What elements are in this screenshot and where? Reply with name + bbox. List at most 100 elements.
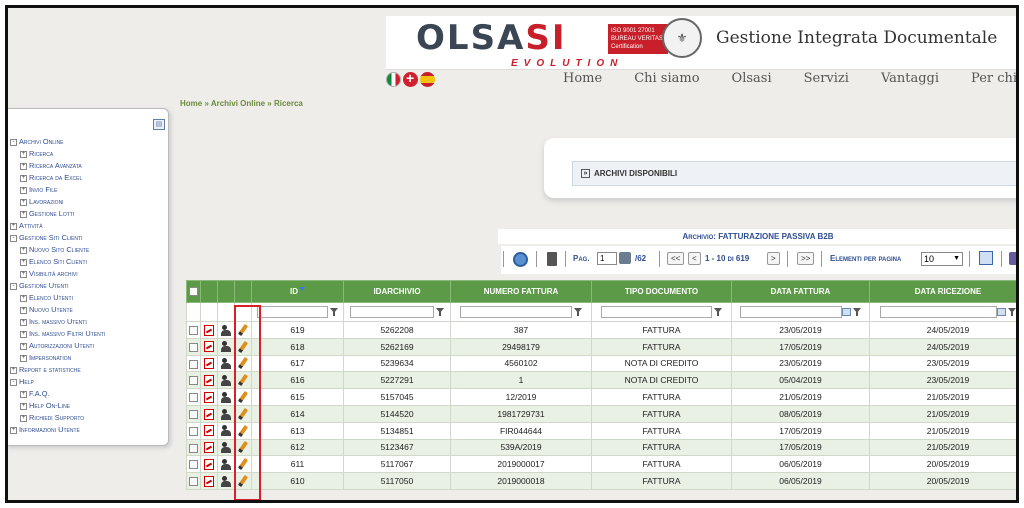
sidebar-item[interactable]: - Gestione Utenti bbox=[10, 280, 105, 292]
select-all-checkbox[interactable] bbox=[189, 287, 198, 297]
row-checkbox[interactable] bbox=[189, 477, 198, 487]
expand-icon[interactable]: + bbox=[20, 342, 27, 350]
select-all-header[interactable] bbox=[186, 280, 201, 303]
select-cell[interactable] bbox=[186, 455, 201, 474]
pdf-icon[interactable] bbox=[204, 391, 214, 403]
column-header-data-ricezione[interactable]: DATA RICEZIONE bbox=[869, 280, 1016, 303]
sidebar-item[interactable]: + Elenco Utenti bbox=[10, 292, 105, 304]
pdf-cell[interactable] bbox=[200, 421, 218, 440]
row-checkbox[interactable] bbox=[189, 460, 198, 470]
select-cell[interactable] bbox=[186, 337, 201, 356]
column-header-idarchivio[interactable]: IDARCHIVIO bbox=[343, 280, 451, 303]
page-input[interactable]: 1 bbox=[597, 252, 617, 265]
table-row[interactable]: 616 5227291 1 NOTA DI CREDITO 05/04/2019 23/0… bbox=[186, 371, 1016, 390]
users-cell[interactable] bbox=[217, 438, 235, 457]
users-cell[interactable] bbox=[217, 404, 235, 423]
expand-icon[interactable]: + bbox=[20, 306, 27, 314]
expand-icon[interactable]: + bbox=[20, 186, 27, 194]
pdf-cell[interactable] bbox=[200, 404, 218, 423]
users-icon[interactable] bbox=[220, 408, 232, 420]
expand-icon[interactable]: + bbox=[20, 330, 27, 338]
pdf-cell[interactable] bbox=[200, 337, 218, 356]
sidebar-item[interactable]: - Help bbox=[10, 376, 105, 388]
go-page-icon[interactable] bbox=[619, 252, 631, 264]
select-cell[interactable] bbox=[186, 321, 201, 339]
column-header-tipo-documento[interactable]: TIPO DOCUMENTO bbox=[591, 280, 732, 303]
sidebar-item[interactable]: + Visibilità archivi bbox=[10, 268, 105, 280]
users-cell[interactable] bbox=[217, 354, 235, 373]
filter-data-fattura-input[interactable] bbox=[739, 306, 843, 318]
row-checkbox[interactable] bbox=[189, 326, 198, 336]
users-icon[interactable] bbox=[220, 324, 232, 336]
sidebar-item[interactable]: + Help On-Line bbox=[10, 400, 105, 412]
expand-icon[interactable]: + bbox=[20, 210, 27, 218]
expand-icon[interactable]: + bbox=[20, 258, 27, 266]
sidebar-item[interactable]: + Lavorazioni bbox=[10, 196, 105, 208]
table-row[interactable]: 610 5117050 2019000018 FATTURA 06/05/2019 20/… bbox=[186, 472, 1016, 490]
column-header-data-fattura[interactable]: DATA FATTURA bbox=[731, 280, 870, 303]
users-icon[interactable] bbox=[220, 341, 232, 353]
per-page-select[interactable]: 10 ▼ bbox=[921, 252, 963, 266]
pdf-icon[interactable] bbox=[204, 324, 214, 336]
select-cell[interactable] bbox=[186, 404, 201, 423]
filter-icon[interactable] bbox=[853, 307, 862, 317]
sidebar-item[interactable]: + Ricerca bbox=[10, 148, 105, 160]
expand-icon[interactable]: + bbox=[20, 402, 27, 410]
select-cell[interactable] bbox=[186, 371, 201, 390]
row-checkbox[interactable] bbox=[189, 342, 198, 352]
select-cell[interactable] bbox=[186, 438, 201, 457]
sidebar-item[interactable]: + Richiedi Supporto bbox=[10, 412, 105, 424]
sidebar-item[interactable]: - Gestione Siti Clienti bbox=[10, 232, 105, 244]
expand-icon[interactable]: + bbox=[20, 354, 27, 362]
nav-vantaggi[interactable]: Vantaggi bbox=[881, 71, 939, 86]
column-header-id[interactable]: ID bbox=[251, 280, 344, 303]
pdf-icon[interactable] bbox=[204, 358, 214, 370]
pdf-cell[interactable] bbox=[200, 388, 218, 406]
pdf-cell[interactable] bbox=[200, 438, 218, 457]
pdf-icon[interactable] bbox=[204, 374, 214, 386]
expand-icon[interactable]: + bbox=[20, 246, 27, 254]
sidebar-item[interactable]: + Ricerca da Excel bbox=[10, 172, 105, 184]
pdf-icon[interactable] bbox=[204, 475, 214, 487]
filter-icon[interactable] bbox=[329, 307, 338, 317]
users-icon[interactable] bbox=[220, 475, 232, 487]
pdf-icon[interactable] bbox=[204, 425, 214, 437]
spanish-flag-icon[interactable] bbox=[420, 72, 435, 88]
users-cell[interactable] bbox=[217, 337, 235, 356]
expand-icon[interactable]: + bbox=[20, 318, 27, 326]
swiss-flag-icon[interactable] bbox=[403, 70, 418, 88]
collapse-icon[interactable]: - bbox=[10, 282, 17, 290]
expand-icon[interactable]: + bbox=[20, 174, 27, 182]
sidebar-item[interactable]: - Archivi Online bbox=[10, 136, 105, 148]
select-cell[interactable] bbox=[186, 421, 201, 440]
collapse-sidebar-icon[interactable]: ▤ bbox=[153, 119, 165, 130]
expand-icon[interactable]: + bbox=[10, 426, 17, 434]
sidebar-item[interactable]: + Impersonation bbox=[10, 352, 105, 364]
expand-icon[interactable]: + bbox=[20, 390, 27, 398]
next-page-button[interactable]: > bbox=[767, 252, 780, 265]
sidebar-item[interactable]: + F.A.Q. bbox=[10, 388, 105, 400]
breadcrumb[interactable]: Home » Archivi Online » Ricerca bbox=[180, 99, 303, 108]
users-cell[interactable] bbox=[217, 321, 235, 339]
column-header-numero-fattura[interactable]: NUMERO FATTURA bbox=[450, 280, 592, 303]
pdf-cell[interactable] bbox=[200, 472, 218, 490]
row-checkbox[interactable] bbox=[189, 443, 198, 453]
calendar-icon[interactable] bbox=[997, 308, 1006, 316]
row-checkbox[interactable] bbox=[189, 359, 198, 369]
filter-icon[interactable] bbox=[574, 307, 582, 317]
nav-chi-siamo[interactable]: Chi siamo bbox=[634, 71, 699, 86]
filter-idarchivio-input[interactable] bbox=[349, 306, 435, 318]
export-icon[interactable] bbox=[1009, 252, 1016, 265]
table-row[interactable]: 611 5117067 2019000017 FATTURA 06/05/2019 20/… bbox=[186, 455, 1016, 474]
collapse-icon[interactable]: - bbox=[10, 234, 17, 242]
filter-tipo-input[interactable] bbox=[600, 306, 713, 318]
refresh-icon[interactable] bbox=[513, 252, 528, 267]
olsasi-logo[interactable]: OLSASI EVOLUTION bbox=[416, 20, 617, 69]
pdf-cell[interactable] bbox=[200, 455, 218, 474]
row-checkbox[interactable] bbox=[189, 393, 198, 403]
expand-icon[interactable]: + bbox=[20, 414, 27, 422]
row-checkbox[interactable] bbox=[189, 410, 198, 419]
users-icon[interactable] bbox=[220, 358, 232, 370]
pdf-icon[interactable] bbox=[204, 341, 214, 353]
nav-servizi[interactable]: Servizi bbox=[804, 71, 849, 86]
